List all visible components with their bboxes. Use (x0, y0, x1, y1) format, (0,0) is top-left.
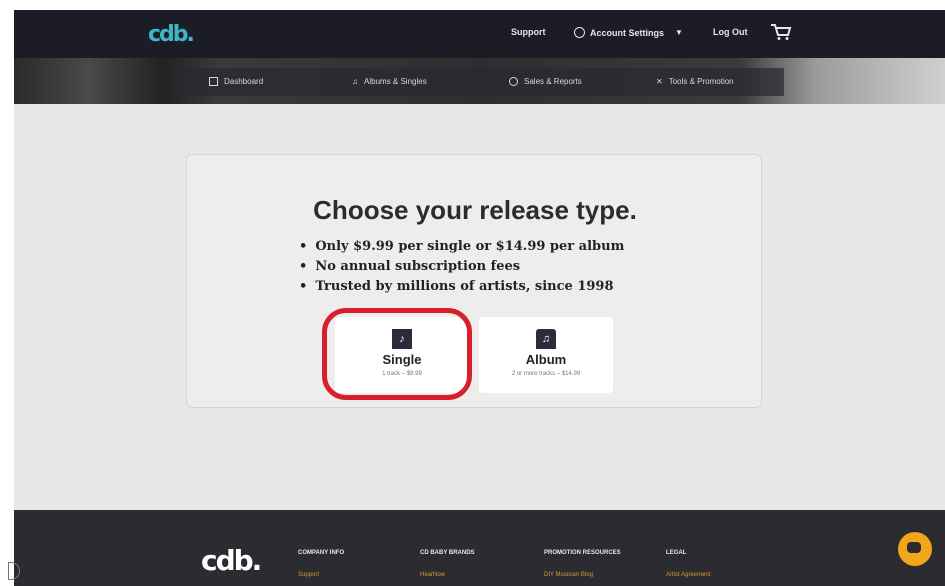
chevron-down-icon: ▼ (675, 28, 683, 37)
account-settings-menu[interactable]: Account Settings ▼ (574, 27, 683, 38)
release-type-card: Choose your release type. Only $9.99 per… (186, 154, 762, 408)
nav-tools-label: Tools & Promotion (668, 77, 734, 86)
dollar-icon (509, 77, 518, 86)
cdbaby-logo[interactable]: cdb. (148, 22, 195, 47)
footer-link[interactable]: Support (298, 572, 344, 578)
nav-tools-promotion[interactable]: ✕ Tools & Promotion (656, 77, 734, 86)
benefit-item: No annual subscription fees (299, 257, 624, 277)
highlight-circle (322, 308, 472, 400)
footer-column: CD BABY BRANDS HearNow (420, 550, 475, 578)
benefits-list: Only $9.99 per single or $14.99 per albu… (299, 237, 624, 297)
support-link[interactable]: Support (511, 27, 546, 37)
benefit-item: Only $9.99 per single or $14.99 per albu… (299, 237, 624, 257)
top-bar: cdb. Support Account Settings ▼ Log Out (14, 10, 945, 58)
music-note-icon: ♫ (352, 77, 358, 86)
gear-icon (574, 27, 585, 38)
footer-link[interactable]: DIY Musician Blog (544, 572, 621, 578)
nav-sales-label: Sales & Reports (524, 77, 582, 86)
browser-frame: cdb. Support Account Settings ▼ Log Out … (14, 10, 945, 586)
chat-icon[interactable] (898, 532, 932, 566)
main-nav: Dashboard ♫ Albums & Singles Sales & Rep… (14, 58, 945, 104)
nav-dashboard[interactable]: Dashboard (209, 77, 263, 86)
nav-albums-label: Albums & Singles (364, 77, 427, 86)
album-option-button[interactable]: ♫ Album 2 or more tracks – $14.99 (479, 317, 613, 393)
footer-link[interactable]: Artist Agreement (666, 572, 710, 578)
logout-link[interactable]: Log Out (713, 27, 748, 37)
footer-heading: LEGAL (666, 550, 687, 556)
nav-sales-reports[interactable]: Sales & Reports (509, 77, 582, 86)
footer-column: PROMOTION RESOURCES DIY Musician Blog (544, 550, 621, 578)
album-price: 2 or more tracks – $14.99 (511, 371, 581, 377)
footer-link[interactable]: HearNow (420, 572, 475, 578)
page-title: Choose your release type. (313, 195, 637, 225)
nav-strip: Dashboard ♫ Albums & Singles Sales & Rep… (174, 68, 784, 96)
footer: cdb. COMPANY INFO Support CD BABY BRANDS… (14, 510, 945, 586)
album-icon: ♫ (536, 329, 556, 349)
nav-dashboard-label: Dashboard (224, 77, 264, 86)
footer-column: LEGAL Artist Agreement (666, 550, 710, 578)
album-label: Album (525, 352, 567, 367)
footer-heading: COMPANY INFO (298, 550, 345, 556)
benefit-item: Trusted by millions of artists, since 19… (299, 277, 624, 297)
footer-heading: PROMOTION RESOURCES (544, 550, 621, 556)
footer-logo: cdb. (201, 544, 262, 577)
footer-column: COMPANY INFO Support (298, 550, 344, 578)
dashboard-icon (209, 77, 218, 86)
footer-heading: CD BABY BRANDS (420, 550, 475, 556)
cart-icon[interactable] (770, 23, 792, 41)
tools-icon: ✕ (656, 77, 663, 86)
nav-albums-singles[interactable]: ♫ Albums & Singles (352, 77, 427, 86)
account-settings-label: Account Settings (590, 27, 665, 38)
